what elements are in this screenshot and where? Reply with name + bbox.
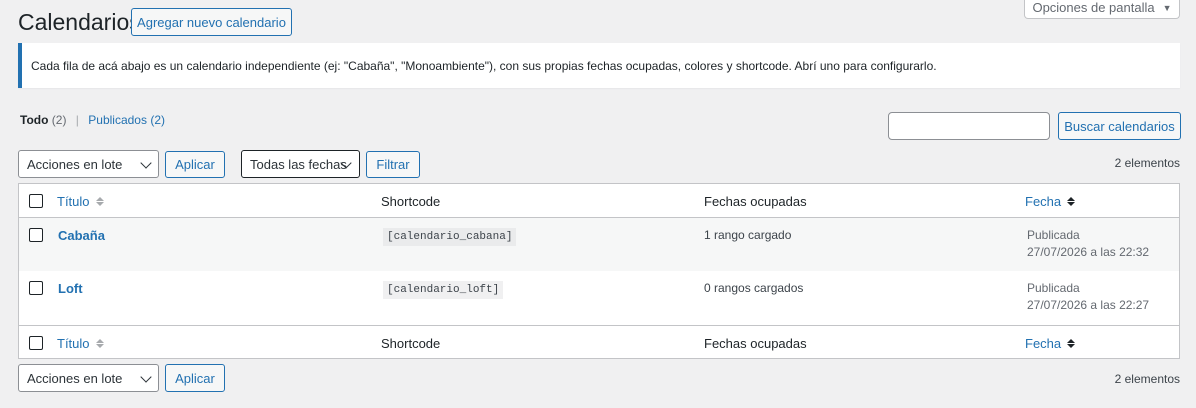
row-shortcode: [calendario_loft] [383, 281, 504, 299]
filter-button[interactable]: Filtrar [366, 151, 420, 178]
sort-arrows-icon [95, 197, 104, 206]
chevron-down-icon [140, 371, 152, 383]
row-status: Publicada [1027, 281, 1080, 295]
items-count-bottom: 2 elementos [1114, 372, 1180, 386]
row-checkbox[interactable] [29, 228, 43, 242]
row-title-link[interactable]: Cabaña [58, 228, 105, 243]
row-dates: 1 rango cargado [704, 228, 792, 242]
column-title-label: Título [57, 194, 90, 209]
column-date-label: Fecha [1025, 194, 1062, 209]
calendars-table: Título Shortcode Fechas ocupadas Fecha C… [18, 183, 1180, 359]
row-status: Publicada [1027, 228, 1080, 242]
view-published-link[interactable]: Publicados (2) [88, 113, 165, 127]
row-dates: 0 rangos cargados [704, 281, 804, 295]
bulk-actions-value-bottom: Acciones en lote [27, 370, 123, 386]
column-title-label: Título [57, 336, 90, 351]
row-date: Publicada 27/07/2026 a las 22:27 [1027, 280, 1149, 314]
select-all-checkbox-footer[interactable] [29, 336, 43, 350]
view-published-count: (2) [150, 113, 165, 127]
bulk-actions-select-top[interactable]: Acciones en lote [18, 150, 159, 178]
dates-filter-value: Todas las fechas [250, 156, 347, 172]
sort-arrows-icon [1067, 197, 1076, 206]
view-all-link[interactable]: Todo [20, 113, 48, 127]
search-input[interactable] [888, 112, 1050, 140]
chevron-down-icon [140, 157, 152, 169]
info-notice: Cada fila de acá abajo es un calendario … [18, 43, 1180, 88]
screen-options-label: Opciones de pantalla [1032, 0, 1155, 15]
column-shortcode: Shortcode [381, 194, 441, 209]
add-new-calendar-button[interactable]: Agregar nuevo calendario [131, 8, 292, 36]
notice-text: Cada fila de acá abajo es un calendario … [31, 58, 937, 73]
column-date-sort[interactable]: Fecha [1025, 194, 1076, 209]
view-filters: Todo (2) | Publicados (2) [20, 113, 165, 127]
bulk-actions-select-bottom[interactable]: Acciones en lote [18, 364, 159, 392]
items-count-top: 2 elementos [1114, 156, 1180, 170]
page-title: Calendarios [18, 9, 141, 35]
view-separator: | [75, 113, 79, 127]
table-row: Cabaña [calendario_cabana] 1 rango carga… [19, 218, 1179, 271]
table-header: Título Shortcode Fechas ocupadas Fecha [19, 184, 1179, 218]
bulk-actions-value-top: Acciones en lote [27, 156, 123, 172]
row-date: Publicada 27/07/2026 a las 22:32 [1027, 227, 1149, 261]
column-title-sort[interactable]: Título [57, 194, 104, 209]
row-checkbox[interactable] [29, 281, 43, 295]
view-published-label: Publicados [88, 113, 147, 127]
table-footer: Título Shortcode Fechas ocupadas Fecha [19, 325, 1179, 359]
column-dates: Fechas ocupadas [704, 194, 807, 209]
row-shortcode: [calendario_cabana] [383, 228, 517, 246]
sort-arrows-icon [1067, 339, 1076, 348]
select-all-checkbox[interactable] [29, 194, 43, 208]
dates-filter-select[interactable]: Todas las fechas [241, 150, 360, 178]
table-row: Loft [calendario_loft] 0 rangos cargados… [19, 271, 1179, 325]
screen-options-button[interactable]: Opciones de pantalla ▼ [1024, 0, 1180, 19]
caret-down-icon: ▼ [1162, 2, 1172, 13]
column-dates-footer: Fechas ocupadas [704, 336, 807, 351]
column-title-sort-footer[interactable]: Título [57, 336, 104, 351]
apply-button-top[interactable]: Aplicar [165, 151, 225, 178]
column-date-label: Fecha [1025, 336, 1062, 351]
row-datetime: 27/07/2026 a las 22:27 [1027, 298, 1150, 312]
row-title-link[interactable]: Loft [58, 281, 83, 296]
view-all-count: (2) [51, 113, 67, 127]
column-shortcode-footer: Shortcode [381, 336, 441, 351]
apply-button-bottom[interactable]: Aplicar [165, 364, 225, 392]
row-datetime: 27/07/2026 a las 22:32 [1027, 245, 1150, 259]
search-calendars-button[interactable]: Buscar calendarios [1058, 112, 1181, 140]
column-date-sort-footer[interactable]: Fecha [1025, 336, 1076, 351]
sort-arrows-icon [95, 339, 104, 348]
